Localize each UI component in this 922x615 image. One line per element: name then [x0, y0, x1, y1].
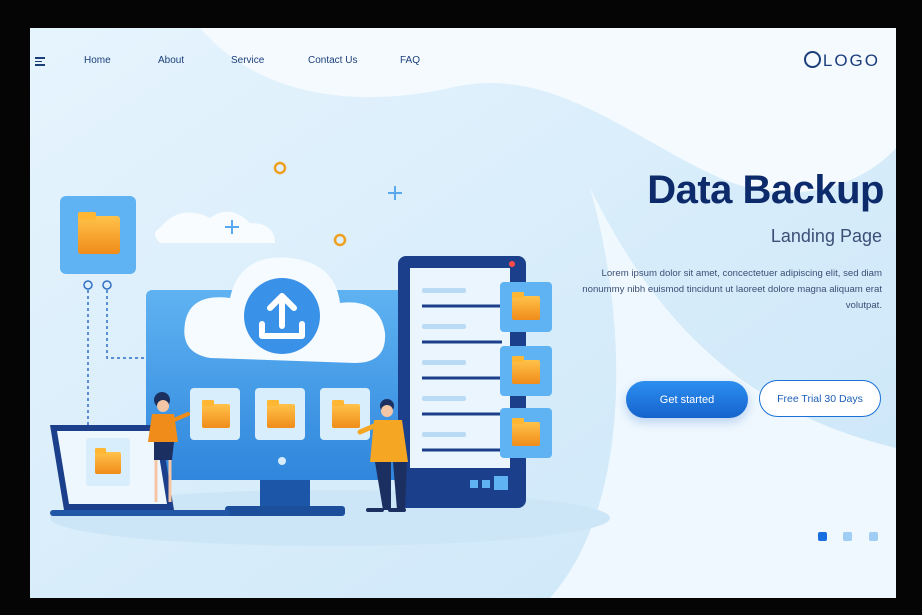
cloud-upload-icon [244, 278, 320, 354]
top-navigation: Home About Service Contact Us FAQ LOGO [30, 28, 896, 98]
free-trial-button[interactable]: Free Trial 30 Days [759, 380, 881, 417]
get-started-button[interactable]: Get started [626, 381, 748, 418]
logo[interactable]: LOGO [803, 51, 880, 71]
nav-faq[interactable]: FAQ [400, 55, 420, 66]
nav-home[interactable]: Home [84, 55, 111, 66]
landing-page: Home About Service Contact Us FAQ LOGO D… [30, 28, 896, 598]
folder-icon [78, 212, 120, 254]
pagination-dot-1[interactable] [818, 532, 827, 541]
nav-contact-us[interactable]: Contact Us [308, 55, 357, 66]
pagination-dot-3[interactable] [869, 532, 878, 541]
menu-icon[interactable] [35, 57, 45, 67]
nav-about[interactable]: About [158, 55, 184, 66]
device-frame: Home About Service Contact Us FAQ LOGO D… [0, 0, 922, 615]
logo-circle-icon [803, 51, 821, 68]
logo-text: LOGO [822, 51, 880, 70]
hero-description: Lorem ipsum dolor sit amet, concectetuer… [582, 268, 882, 311]
hero-subtitle: Landing Page [770, 226, 882, 246]
pagination-dot-2[interactable] [843, 532, 852, 541]
hero-title: Data Backup [647, 168, 884, 212]
nav-service[interactable]: Service [231, 55, 264, 66]
